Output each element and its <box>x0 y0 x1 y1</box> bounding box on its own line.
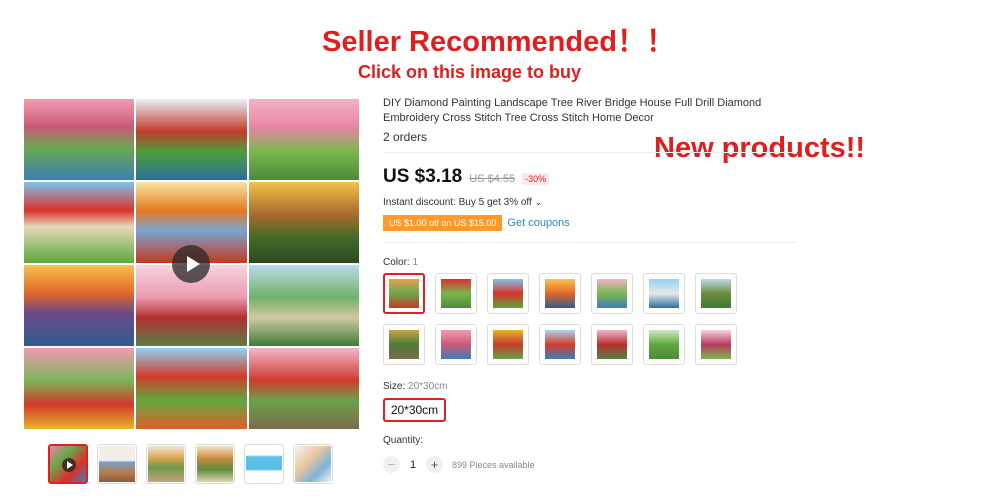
play-icon <box>62 458 76 472</box>
divider <box>383 152 797 153</box>
thumb-framed-image <box>197 446 233 482</box>
tile-gazebo-flowers <box>24 348 135 429</box>
thumb-package[interactable] <box>293 444 333 484</box>
tile-red-temple <box>136 348 247 429</box>
instant-discount-text: Instant discount: Buy 5 get 3% off <box>383 197 532 208</box>
color-value: 1 <box>412 257 419 268</box>
new-products-banner: New products!! <box>654 132 866 164</box>
coupon-tag: US $1.00 off on US $15.00 <box>383 215 503 231</box>
swatch-color-10[interactable] <box>487 324 529 365</box>
swatch-image <box>649 330 679 359</box>
swatch-image <box>545 279 575 308</box>
thumb-room-2-image <box>148 446 184 482</box>
swatch-color-8[interactable] <box>383 324 425 365</box>
price-row: US $3.18 US $4.55 -30% <box>383 166 550 188</box>
size-option-20x30[interactable]: 20*30cm <box>383 398 446 422</box>
current-price: US $3.18 <box>383 166 463 187</box>
swatch-image <box>493 279 523 308</box>
swatch-image <box>389 330 419 359</box>
divider <box>383 242 797 243</box>
swatch-color-4[interactable] <box>539 273 581 314</box>
quantity-label: Quantity: <box>383 435 424 446</box>
click-to-buy-link[interactable]: Click on this image to buy <box>358 62 581 83</box>
swatch-color-7[interactable] <box>695 273 737 314</box>
tile-red-tree-bridge <box>136 99 247 180</box>
swatch-color-5[interactable] <box>591 273 633 314</box>
swatch-image <box>389 279 419 308</box>
increase-quantity-button[interactable]: + <box>426 456 443 473</box>
thumb-room-1[interactable] <box>97 444 137 484</box>
swatch-color-3[interactable] <box>487 273 529 314</box>
tile-torii-gate <box>248 348 359 429</box>
swatch-image <box>597 330 627 359</box>
swatch-image <box>649 279 679 308</box>
chevron-down-icon: ⌄ <box>534 197 543 207</box>
discount-badge: -30% <box>522 173 550 185</box>
swatch-image <box>701 330 731 359</box>
tile-bridge-pink-trees <box>24 99 135 180</box>
tile-red-roof-house <box>24 182 135 263</box>
swatch-image <box>441 330 471 359</box>
tile-pink-garden-arch <box>248 99 359 180</box>
thumbnail-strip <box>48 444 333 484</box>
play-video-icon[interactable] <box>172 245 210 283</box>
instant-discount[interactable]: Instant discount: Buy 5 get 3% off ⌄ <box>383 197 542 208</box>
coupon-row: US $1.00 off on US $15.00 Get coupons <box>383 215 570 231</box>
swatch-color-9[interactable] <box>435 324 477 365</box>
thumb-framed[interactable] <box>195 444 235 484</box>
thumb-room-1-image <box>99 446 135 482</box>
orders-count: 2 orders <box>383 130 428 144</box>
swatch-image <box>701 279 731 308</box>
thumb-canvas-blue-image <box>246 446 282 482</box>
seller-recommended-banner: Seller Recommended！！ <box>322 26 675 58</box>
quantity-stepper: − 1 + 899 Pieces available <box>383 456 535 473</box>
get-coupons-link[interactable]: Get coupons <box>507 217 569 229</box>
size-value: 20*30cm <box>408 381 448 392</box>
swatch-color-1[interactable] <box>383 273 425 314</box>
thumb-canvas-blue[interactable] <box>244 444 284 484</box>
swatch-image <box>545 330 575 359</box>
swatch-image <box>441 279 471 308</box>
swatch-color-14[interactable] <box>695 324 737 365</box>
swatch-color-13[interactable] <box>643 324 685 365</box>
thumb-room-2[interactable] <box>146 444 186 484</box>
color-label: Color: 1 <box>383 257 418 268</box>
color-label-text: Color: <box>383 257 413 268</box>
swatch-image <box>597 279 627 308</box>
pieces-available: 899 Pieces available <box>452 459 535 470</box>
decrease-quantity-button[interactable]: − <box>383 456 400 473</box>
original-price: US $4.55 <box>469 173 516 185</box>
swatch-color-2[interactable] <box>435 273 477 314</box>
tile-evening-cottage <box>248 182 359 263</box>
color-swatches <box>383 273 763 365</box>
tile-green-cottage <box>248 265 359 346</box>
quantity-value[interactable]: 1 <box>400 459 426 471</box>
size-label-text: Size: <box>383 381 409 392</box>
thumb-package-image <box>295 446 331 482</box>
swatch-image <box>493 330 523 359</box>
swatch-color-12[interactable] <box>591 324 633 365</box>
swatch-color-6[interactable] <box>643 273 685 314</box>
thumb-video[interactable] <box>48 444 88 484</box>
tile-lighthouse-sunset <box>24 265 135 346</box>
swatch-color-11[interactable] <box>539 324 581 365</box>
product-title: DIY Diamond Painting Landscape Tree Rive… <box>383 97 762 124</box>
size-label: Size: 20*30cm <box>383 381 447 392</box>
